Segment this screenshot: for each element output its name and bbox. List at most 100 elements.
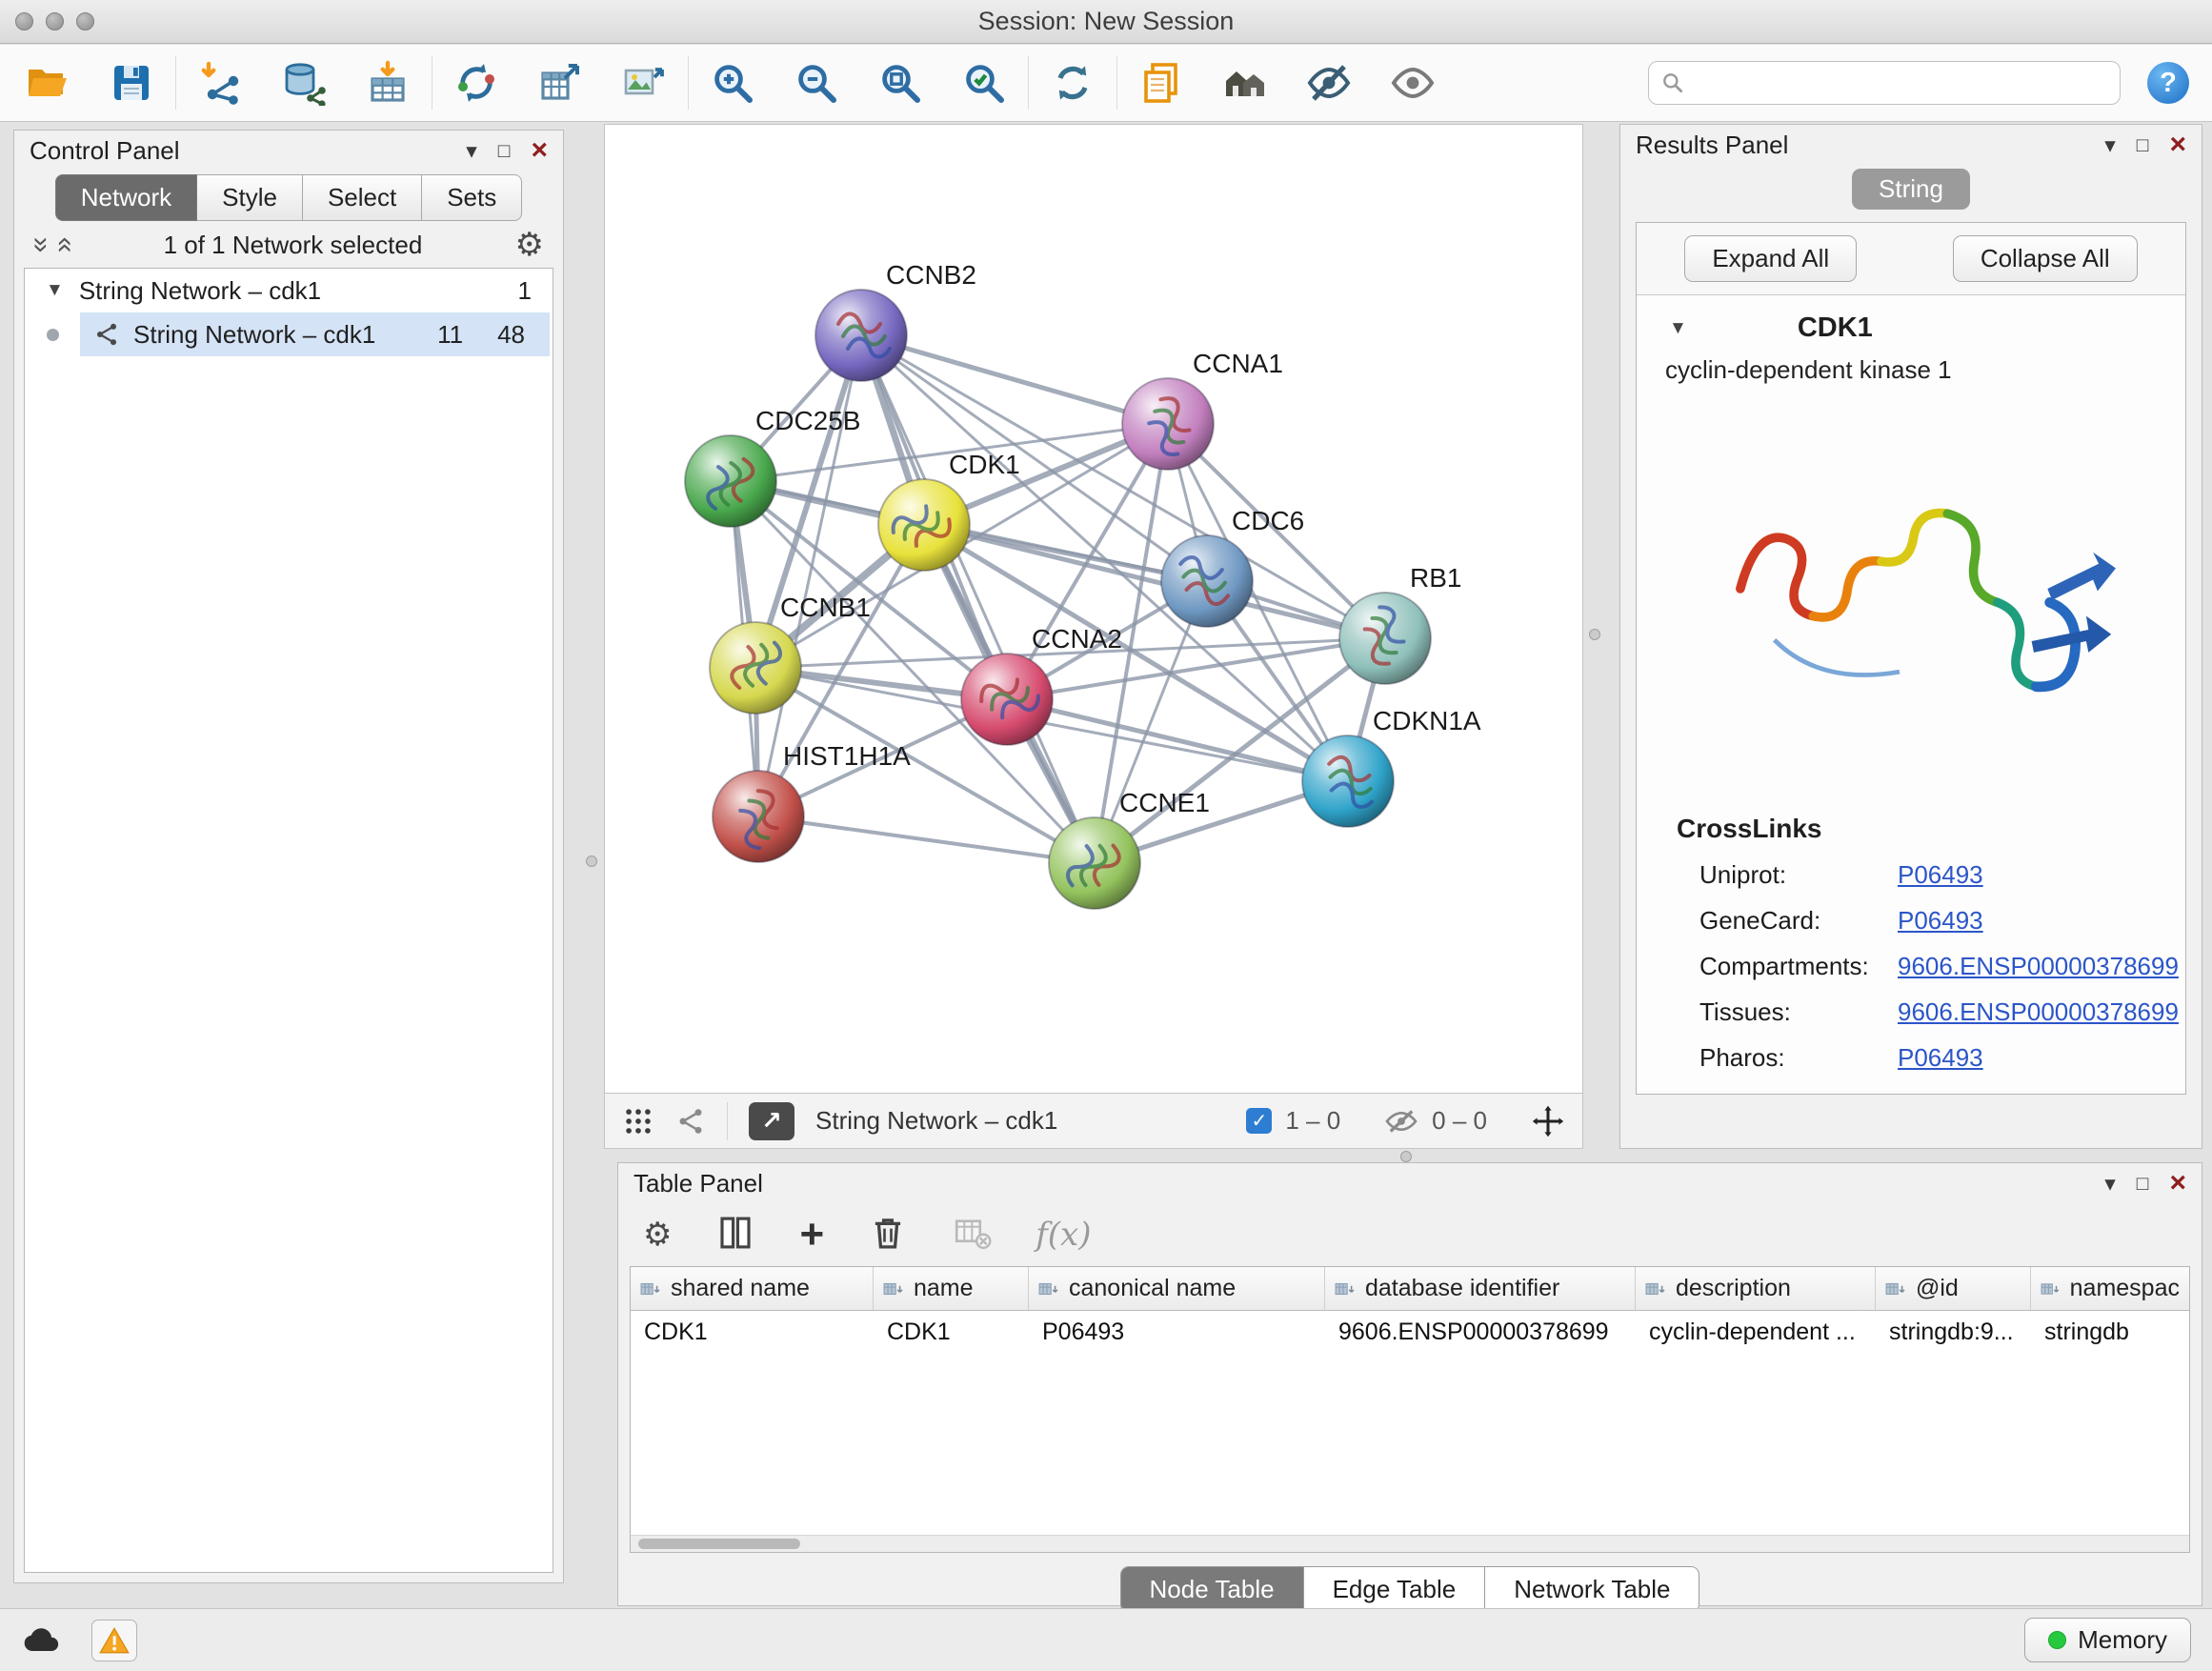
minimize-window-icon[interactable] <box>46 12 64 30</box>
tab-node-table[interactable]: Node Table <box>1121 1567 1304 1612</box>
panel-collapse-icon[interactable]: ▾ <box>466 140 477 162</box>
table-float-icon[interactable]: □ <box>2137 1174 2149 1194</box>
collapse-all-button[interactable]: Collapse All <box>1953 235 2138 282</box>
selected-checkbox-icon[interactable]: ✓ <box>1246 1108 1272 1134</box>
network-collection-row[interactable]: ▼ String Network – cdk1 1 <box>25 269 553 312</box>
network-node-CDC6[interactable] <box>1161 535 1253 627</box>
table-horizontal-scrollbar[interactable] <box>631 1535 2189 1552</box>
network-node-CDK1[interactable] <box>878 479 970 571</box>
help-button[interactable]: ? <box>2147 62 2189 104</box>
crosslink-uniprot-link[interactable]: P06493 <box>1898 860 1983 890</box>
table-settings-gear-icon[interactable]: ⚙ <box>643 1218 672 1251</box>
network-node-CCNA2[interactable] <box>961 654 1053 745</box>
import-table-disabled-icon <box>952 1213 992 1258</box>
import-network-database-icon[interactable] <box>279 58 329 108</box>
table-panel-title: Table Panel <box>633 1169 763 1198</box>
table-collapse-icon[interactable]: ▾ <box>2104 1173 2116 1195</box>
close-window-icon[interactable] <box>15 12 33 30</box>
open-session-icon[interactable] <box>23 58 72 108</box>
network-analyzer-houses-icon[interactable] <box>1220 58 1270 108</box>
network-row-label: String Network – cdk1 <box>133 320 375 350</box>
column-header[interactable]: description <box>1636 1267 1876 1310</box>
maximize-window-icon[interactable] <box>76 12 94 30</box>
zoom-fit-icon[interactable] <box>875 58 925 108</box>
tree-expander-icon[interactable]: ▼ <box>46 280 64 301</box>
search-box[interactable] <box>1648 61 2121 105</box>
add-column-icon[interactable]: + <box>799 1214 824 1256</box>
memory-button[interactable]: Memory <box>2024 1618 2191 1662</box>
gene-section-expander-icon[interactable]: ▼ <box>1669 318 1687 339</box>
show-columns-icon[interactable] <box>715 1213 755 1258</box>
pan-move-icon[interactable] <box>1531 1104 1565 1138</box>
right-splitter-handle[interactable] <box>1589 629 1600 640</box>
crosslink-pharos-link[interactable]: P06493 <box>1898 1043 1983 1073</box>
column-header[interactable]: namespac <box>2031 1267 2189 1310</box>
crosslink-tissues-link[interactable]: 9606.ENSP00000378699 <box>1898 997 2179 1027</box>
network-share-icon <box>93 321 120 348</box>
import-table-icon[interactable] <box>363 58 412 108</box>
column-header[interactable]: name <box>874 1267 1029 1310</box>
network-graph[interactable]: CCNB2CCNA1CDC25BCDK1CDC6RB1CCNB1CCNA2CDK… <box>605 125 1582 1093</box>
network-node-CDC25B[interactable] <box>685 435 776 527</box>
tab-sets[interactable]: Sets <box>422 174 522 221</box>
delete-column-icon[interactable] <box>868 1213 908 1258</box>
network-row-selected[interactable]: String Network – cdk1 11 48 <box>25 312 553 356</box>
title-bar: Session: New Session <box>0 0 2212 44</box>
results-float-icon[interactable]: □ <box>2137 135 2149 155</box>
show-eye-icon[interactable] <box>1388 58 1438 108</box>
zoom-in-icon[interactable] <box>708 58 757 108</box>
network-view-share-icon[interactable] <box>675 1106 706 1137</box>
network-node-RB1[interactable] <box>1339 593 1431 684</box>
crosslink-compartments-link[interactable]: 9606.ENSP00000378699 <box>1898 952 2179 981</box>
panel-float-icon[interactable]: □ <box>498 141 511 161</box>
refresh-icon[interactable] <box>1048 58 1097 108</box>
save-session-icon[interactable] <box>107 58 156 108</box>
expand-all-button[interactable]: Expand All <box>1684 235 1857 282</box>
node-label-CCNA2: CCNA2 <box>1032 624 1122 654</box>
network-from-selection-icon[interactable] <box>452 58 501 108</box>
expand-all-icon[interactable]: » <box>49 237 77 253</box>
network-view-toolbar: ↗ String Network – cdk1 ✓ 1 – 0 0 – 0 <box>604 1094 1583 1149</box>
network-node-CCNB1[interactable] <box>710 622 801 714</box>
panel-close-icon[interactable]: × <box>531 136 548 165</box>
tab-style[interactable]: Style <box>197 174 303 221</box>
cloud-icon[interactable] <box>21 1625 63 1656</box>
tab-select[interactable]: Select <box>303 174 422 221</box>
grid-view-icon[interactable] <box>622 1105 654 1137</box>
warnings-button[interactable] <box>91 1620 137 1661</box>
hide-eye-icon[interactable] <box>1304 58 1354 108</box>
table-row[interactable]: CDK1 CDK1 P06493 9606.ENSP00000378699 cy… <box>631 1311 2189 1354</box>
network-options-gear-icon[interactable]: ⚙ <box>515 229 544 261</box>
results-tab-string[interactable]: String <box>1852 169 1970 210</box>
zoom-selected-icon[interactable] <box>959 58 1009 108</box>
crosslink-genecard-link[interactable]: P06493 <box>1898 906 1983 936</box>
left-splitter-handle[interactable] <box>586 856 597 867</box>
tab-network-table[interactable]: Network Table <box>1485 1567 1699 1612</box>
open-view-external-button[interactable]: ↗ <box>749 1102 794 1140</box>
network-node-CDKN1A[interactable] <box>1302 735 1394 827</box>
export-image-icon[interactable] <box>619 58 669 108</box>
zoom-out-icon[interactable] <box>792 58 841 108</box>
network-node-CCNE1[interactable] <box>1049 817 1140 909</box>
column-header[interactable]: shared name <box>631 1267 874 1310</box>
network-canvas[interactable]: CCNB2CCNA1CDC25BCDK1CDC6RB1CCNB1CCNA2CDK… <box>604 124 1583 1094</box>
search-input[interactable] <box>1693 70 2108 97</box>
bottom-splitter-handle[interactable] <box>1400 1151 1412 1162</box>
scrollbar-thumb[interactable] <box>638 1539 800 1549</box>
network-node-CCNB2[interactable] <box>815 290 907 381</box>
results-close-icon[interactable]: × <box>2169 131 2186 159</box>
tab-network[interactable]: Network <box>55 174 197 221</box>
table-close-icon[interactable]: × <box>2169 1169 2186 1198</box>
duplicate-documents-icon[interactable] <box>1136 58 1186 108</box>
import-network-file-icon[interactable] <box>195 58 245 108</box>
column-header[interactable]: canonical name <box>1029 1267 1325 1310</box>
collection-count: 1 <box>518 276 532 306</box>
column-header[interactable]: @id <box>1876 1267 2031 1310</box>
network-node-CCNA1[interactable] <box>1122 378 1214 470</box>
network-node-HIST1H1A[interactable] <box>713 771 804 862</box>
export-table-icon[interactable] <box>535 58 585 108</box>
column-header[interactable]: database identifier <box>1325 1267 1636 1310</box>
tab-edge-table[interactable]: Edge Table <box>1304 1567 1486 1612</box>
memory-label: Memory <box>2078 1625 2167 1655</box>
results-collapse-icon[interactable]: ▾ <box>2104 134 2116 156</box>
